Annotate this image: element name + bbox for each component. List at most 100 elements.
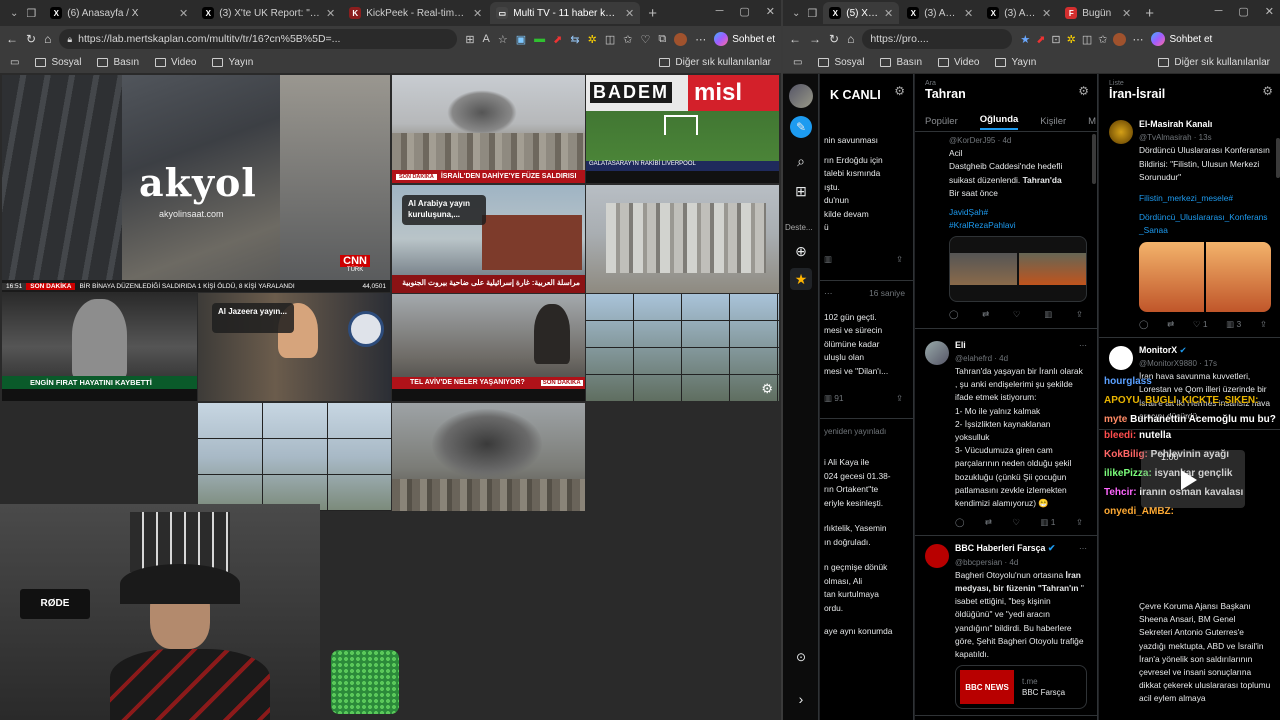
retweet-icon[interactable]: ⇄: [982, 308, 989, 321]
link-card[interactable]: BBC NEWS t.me BBC Farsça: [955, 665, 1087, 710]
tab-anasayfa[interactable]: X (6) Anasayfa / X ✕: [44, 2, 194, 24]
hashtag-link[interactable]: JavidŞah#: [949, 206, 1087, 219]
close-window-icon[interactable]: ✕: [766, 5, 775, 18]
tab-populer[interactable]: Popüler: [925, 116, 958, 127]
embed-title-card[interactable]: Al Arabiya yayın kuruluşuna,...: [402, 195, 486, 225]
views-count[interactable]: ▥ 91: [824, 392, 844, 406]
close-tab-icon[interactable]: ✕: [884, 7, 893, 20]
tab-list-icon[interactable]: ▭: [793, 57, 802, 68]
bookmark-folder-basin[interactable]: Basın: [97, 57, 139, 68]
app-available-icon[interactable]: ⊞: [465, 33, 474, 46]
close-window-icon[interactable]: ✕: [1265, 5, 1274, 18]
cnn-turk-stream[interactable]: akyol akyolinsaat.com CNN TÜRK 16:51 SON…: [2, 75, 390, 292]
more-options-icon[interactable]: ⊙: [790, 646, 812, 668]
tweet-fragment[interactable]: yeniden yayınladı i Ali Kaya ile 024 gec…: [820, 417, 913, 645]
forward-icon[interactable]: →: [809, 32, 821, 46]
reply-icon[interactable]: ◯: [1139, 318, 1149, 331]
copilot-chat-button[interactable]: Sohbet et: [714, 32, 775, 46]
new-tab-icon[interactable]: +: [1139, 5, 1160, 22]
views-count[interactable]: ▥ 1: [1040, 516, 1055, 529]
maximize-icon[interactable]: ▢: [739, 5, 749, 18]
bbc-avatar[interactable]: [925, 544, 949, 569]
avatar[interactable]: [925, 340, 949, 365]
more-options-icon[interactable]: ⋯: [824, 287, 832, 301]
refresh-icon[interactable]: ↻: [26, 32, 36, 46]
tweet-item[interactable]: Eli ⋯ @elahefrd · 4d Tahran'da yaşayan bi…: [915, 333, 1097, 537]
hashtag-link[interactable]: #KralRezaPahlavi: [949, 219, 1087, 232]
profile-avatar[interactable]: [1113, 32, 1127, 46]
minimize-icon[interactable]: ─: [716, 5, 724, 18]
column-settings-icon[interactable]: ⚙: [1078, 84, 1089, 98]
split-screen-icon[interactable]: ◫: [605, 33, 615, 46]
al-arabiya-stream[interactable]: Al Arabiya yayın kuruluşuna,... مراسلة ا…: [392, 185, 585, 293]
close-tab-icon[interactable]: ✕: [1122, 7, 1131, 20]
share-icon[interactable]: ⇪: [896, 253, 903, 267]
tab-bugun[interactable]: F Bugün ✕: [1059, 2, 1137, 24]
refresh-icon[interactable]: ↻: [829, 32, 839, 46]
webcams-stream[interactable]: ⚙: [586, 294, 779, 401]
favorite-star-icon[interactable]: ★: [1020, 33, 1030, 46]
bookmark-folder-yayin[interactable]: Yayın: [995, 57, 1036, 68]
collections-icon[interactable]: ⧉: [658, 33, 666, 46]
favorites-icon[interactable]: ✩: [623, 33, 632, 46]
tweet-item[interactable]: @KorDerJ95 · 4d Acil Dastgheib Caddesi'n…: [915, 132, 1097, 329]
extension-2-icon[interactable]: ▬: [534, 33, 545, 46]
bookmark-folder-video[interactable]: Video: [938, 57, 979, 68]
bookmark-folder-sosyal[interactable]: Sosyal: [818, 57, 864, 68]
close-tab-icon[interactable]: ✕: [1042, 7, 1051, 20]
home-icon[interactable]: ⌂: [44, 32, 51, 46]
reply-icon[interactable]: ◯: [955, 516, 965, 529]
tweet-fragment[interactable]: nin savunması rın Erdoğdu için talebi kı…: [820, 134, 913, 266]
avatar[interactable]: [1109, 120, 1133, 144]
sports-news-stream[interactable]: ENGİN FIRAT HAYATINI KAYBETTİ: [2, 293, 197, 401]
favorites-icon[interactable]: ✩: [1098, 33, 1107, 46]
extension-4-icon[interactable]: ⇆: [570, 33, 579, 46]
strike-smoke-stream[interactable]: [392, 403, 585, 511]
add-column-icon[interactable]: ⊞: [790, 180, 812, 202]
sports-stream[interactable]: BADEM misl GALATASARAY'IN RAKİBİ LIVERPO…: [586, 75, 779, 183]
tel-aviv-stream[interactable]: TEL AVİV'DE NELER YAŞANIYOR? SON DAKİKA: [392, 294, 585, 401]
tweet-item[interactable]: BBC Haberleri Farsça ✔ ⋯ @bbcpersian · 4d…: [915, 536, 1097, 717]
close-tab-icon[interactable]: ✕: [964, 7, 973, 20]
sky-webcams-stream[interactable]: [198, 403, 391, 511]
favorite-star-icon[interactable]: ☆: [498, 33, 508, 46]
israil-dahiye-stream[interactable]: SON DAKİKA İSRAİL'DEN DAHİYE'YE FÜZE SAL…: [392, 75, 585, 183]
extension-6-icon[interactable]: ⊡: [1051, 33, 1060, 46]
views-count[interactable]: ▥ 3: [1226, 318, 1241, 331]
share-icon[interactable]: ⇪: [1076, 516, 1083, 529]
al-jazeera-stream[interactable]: Al Jazeera yayın...: [198, 293, 391, 401]
bookmark-folder-basin[interactable]: Basın: [880, 57, 922, 68]
home-icon[interactable]: ⌂: [847, 32, 854, 46]
other-favorites[interactable]: Diğer sık kullanılanlar: [659, 57, 771, 68]
split-screen-icon[interactable]: ◫: [1082, 33, 1092, 46]
column-scrollbar[interactable]: [1276, 138, 1280, 178]
tab-x-pro[interactable]: X (5) X Pro ✕: [823, 2, 900, 24]
embed-title-card[interactable]: Al Jazeera yayın...: [212, 303, 294, 333]
retweet-icon[interactable]: ⇄: [1167, 318, 1174, 331]
reply-icon[interactable]: ◯: [949, 308, 959, 321]
browser-essentials-icon[interactable]: ♡: [640, 33, 650, 46]
search-icon[interactable]: ⌕: [790, 150, 812, 172]
tab-uk-report[interactable]: X (3) X'te UK Report: "ısus... — A ✕: [196, 2, 341, 24]
more-menu-icon[interactable]: ⋯: [695, 33, 706, 46]
views-icon[interactable]: ▥: [824, 253, 832, 267]
deck-icon[interactable]: ⊕: [790, 240, 812, 262]
hashtag-link[interactable]: Filistin_merkezi_mesele#: [1139, 192, 1271, 205]
tab-kickpeek[interactable]: K KickPeek - Real-time URL Craw ✕: [343, 2, 488, 24]
column-settings-icon[interactable]: ⚙: [1262, 84, 1273, 98]
copilot-chat-button[interactable]: Sohbet et: [1151, 32, 1212, 46]
tab-anasayfa-2[interactable]: X (3) Anasay ✕: [901, 2, 979, 24]
like-count[interactable]: ♡ 1: [1193, 318, 1208, 331]
bookmark-folder-yayin[interactable]: Yayın: [212, 57, 253, 68]
hashtag-link[interactable]: Dördüncü_Uluslararası_Konferans_Sanaa: [1139, 211, 1271, 237]
minimize-icon[interactable]: ─: [1215, 5, 1223, 18]
workspaces-icon[interactable]: ❐: [26, 7, 42, 20]
skyline-stream[interactable]: [586, 185, 779, 293]
account-avatar[interactable]: [789, 84, 813, 108]
views-icon[interactable]: ▥: [1044, 308, 1052, 321]
star-deck-icon[interactable]: ★: [790, 268, 812, 290]
address-bar[interactable]: https://pro....: [862, 29, 1013, 49]
video-player-overlay[interactable]: 1.00: [1141, 450, 1245, 508]
extension-5-icon[interactable]: ✲: [588, 33, 597, 46]
other-favorites[interactable]: Diğer sık kullanılanlar: [1158, 57, 1270, 68]
